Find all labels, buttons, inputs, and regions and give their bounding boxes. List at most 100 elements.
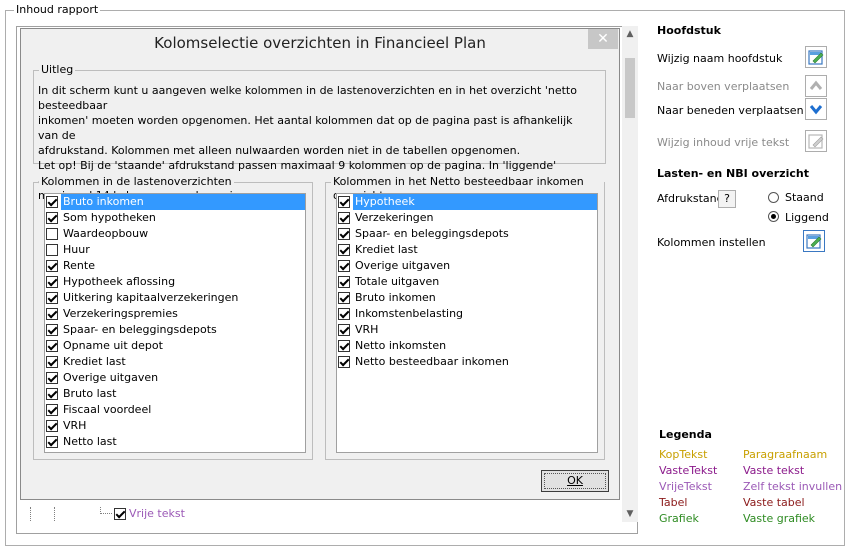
nbi-kolom-item[interactable]: Spaar- en beleggingsdepots <box>337 226 597 242</box>
lasten-kolom-item[interactable]: Bruto last <box>45 386 305 402</box>
lasten-kolommen-list[interactable]: Bruto inkomen Som hypotheken Waardeopbouw H… <box>44 193 306 453</box>
staand-label: Staand <box>785 191 824 204</box>
lasten-kolom-item[interactable]: Netto last <box>45 434 305 450</box>
nbi-kolom-checkbox[interactable] <box>338 340 350 352</box>
nbi-kolom-item-label: Bruto inkomen <box>355 291 436 304</box>
kolomselectie-dialog: Kolomselectie overzichten in Financieel … <box>20 28 620 500</box>
nbi-kolom-item[interactable]: Hypotheek <box>337 194 597 210</box>
vertical-scrollbar[interactable]: ▲ ▼ <box>622 26 638 522</box>
legenda-item: Tabel <box>659 496 688 509</box>
dialog-title: Kolomselectie overzichten in Financieel … <box>154 34 486 52</box>
lasten-kolom-checkbox[interactable] <box>46 228 58 240</box>
lasten-kolom-checkbox[interactable] <box>46 244 58 256</box>
nbi-kolom-checkbox[interactable] <box>338 356 350 368</box>
close-button[interactable]: ✕ <box>588 29 618 49</box>
lasten-kolom-item-label: Bruto inkomen <box>61 194 305 210</box>
nbi-kolom-item-label: Inkomstenbelasting <box>355 307 464 320</box>
nbi-kolom-checkbox[interactable] <box>338 212 350 224</box>
tree-item-label: Vrije tekst <box>129 507 185 520</box>
nbi-kolom-checkbox[interactable] <box>338 260 350 272</box>
naar-beneden-button[interactable] <box>805 98 827 120</box>
lasten-kolom-item[interactable]: Som hypotheken <box>45 210 305 226</box>
lasten-kolom-item[interactable]: Opname uit depot <box>45 338 305 354</box>
wijzig-naam-button[interactable] <box>805 46 827 68</box>
lasten-kolom-checkbox[interactable] <box>46 372 58 384</box>
nbi-overzicht-heading: Lasten- en NBI overzicht <box>657 167 809 180</box>
nbi-kolom-item[interactable]: Krediet last <box>337 242 597 258</box>
lasten-kolom-checkbox[interactable] <box>46 292 58 304</box>
nbi-kolom-item[interactable]: Inkomstenbelasting <box>337 306 597 322</box>
lasten-kolom-checkbox[interactable] <box>46 420 58 432</box>
liggend-radio[interactable] <box>768 211 779 222</box>
lasten-kolom-item[interactable]: Bruto inkomen <box>45 194 305 210</box>
nbi-kolom-item[interactable]: VRH <box>337 322 597 338</box>
lasten-kolom-checkbox[interactable] <box>46 436 58 448</box>
lasten-kolom-item-label: Opname uit depot <box>63 339 163 352</box>
nbi-kolom-item[interactable]: Verzekeringen <box>337 210 597 226</box>
lasten-kolom-item[interactable]: Huur <box>45 242 305 258</box>
kolommen-instellen-label: Kolommen instellen <box>657 236 766 249</box>
lasten-kolom-checkbox[interactable] <box>46 324 58 336</box>
lasten-kolommen-title: Kolommen in de lastenoverzichten <box>39 175 234 189</box>
lasten-kolom-item[interactable]: Verzekeringspremies <box>45 306 305 322</box>
lasten-kolom-item[interactable]: Uitkering kapitaalverzekeringen <box>45 290 305 306</box>
nbi-kolom-item-label: VRH <box>355 323 379 336</box>
nbi-kolom-checkbox[interactable] <box>338 308 350 320</box>
nbi-kolom-item[interactable]: Bruto inkomen <box>337 290 597 306</box>
legenda-item: VrijeTekst <box>659 480 712 493</box>
lasten-kolom-item[interactable]: Rente <box>45 258 305 274</box>
nbi-kolom-item[interactable]: Netto besteedbaar inkomen <box>337 354 597 370</box>
nbi-kolom-checkbox[interactable] <box>338 228 350 240</box>
naar-boven-button[interactable] <box>805 75 827 97</box>
scroll-up-icon[interactable]: ▲ <box>622 26 638 42</box>
lasten-kolom-item-label: Overige uitgaven <box>63 371 159 384</box>
lasten-kolom-checkbox[interactable] <box>46 356 58 368</box>
inhoud-rapport-title: Inhoud rapport <box>14 3 101 17</box>
dialog-titlebar[interactable]: Kolomselectie overzichten in Financieel … <box>21 29 619 57</box>
lasten-kolom-checkbox[interactable] <box>46 212 58 224</box>
lasten-kolom-checkbox[interactable] <box>46 260 58 272</box>
ok-button[interactable]: OK <box>541 470 609 492</box>
uitleg-line: In dit scherm kunt u aangeven welke kolo… <box>38 84 577 112</box>
scroll-thumb[interactable] <box>625 58 635 118</box>
legenda-item: Vaste tekst <box>743 464 805 477</box>
lasten-kolom-item[interactable]: Overige uitgaven <box>45 370 305 386</box>
scroll-down-icon[interactable]: ▼ <box>622 506 638 522</box>
nbi-kolommen-list[interactable]: Hypotheek Verzekeringen Spaar- en beleggin… <box>336 193 598 453</box>
lasten-kolom-item[interactable]: VRH <box>45 418 305 434</box>
lasten-kolom-checkbox[interactable] <box>46 404 58 416</box>
lasten-kolom-checkbox[interactable] <box>46 340 58 352</box>
nbi-kolom-item[interactable]: Overige uitgaven <box>337 258 597 274</box>
afdrukstand-help-button[interactable]: ? <box>718 190 736 208</box>
tree-line <box>30 507 31 521</box>
wijzig-inhoud-label: Wijzig inhoud vrije tekst <box>657 136 790 149</box>
lasten-kolom-item-label: Uitkering kapitaalverzekeringen <box>63 291 239 304</box>
nbi-kolom-checkbox[interactable] <box>338 244 350 256</box>
lasten-kolom-checkbox[interactable] <box>46 276 58 288</box>
nbi-kolom-checkbox[interactable] <box>338 324 350 336</box>
lasten-kolom-item[interactable]: Fiscaal voordeel <box>45 402 305 418</box>
nbi-kolom-checkbox[interactable] <box>338 292 350 304</box>
lasten-kolommen-group: Kolommen in de lastenoverzichten Bruto i… <box>33 175 313 460</box>
legenda-heading: Legenda <box>659 428 712 441</box>
wijzig-naam-label: Wijzig naam hoofdstuk <box>657 52 783 65</box>
arrow-down-icon <box>809 105 823 115</box>
staand-radio[interactable] <box>768 192 779 203</box>
lasten-kolom-item-label: Waardeopbouw <box>63 227 149 240</box>
lasten-kolom-item[interactable]: Spaar- en beleggingsdepots <box>45 322 305 338</box>
nbi-kolom-checkbox[interactable] <box>338 196 350 208</box>
nbi-kolom-item[interactable]: Totale uitgaven <box>337 274 597 290</box>
ok-focus-rect <box>544 473 606 489</box>
nbi-kolom-item[interactable]: Netto inkomsten <box>337 338 597 354</box>
kolommen-instellen-button[interactable] <box>803 230 825 252</box>
nbi-kolom-checkbox[interactable] <box>338 276 350 288</box>
lasten-kolom-checkbox[interactable] <box>46 196 58 208</box>
lasten-kolom-item[interactable]: Hypotheek aflossing <box>45 274 305 290</box>
lasten-kolom-item[interactable]: Waardeopbouw <box>45 226 305 242</box>
nbi-kolom-item-label: Verzekeringen <box>355 211 434 224</box>
wijzig-inhoud-button[interactable] <box>805 130 827 152</box>
lasten-kolom-checkbox[interactable] <box>46 388 58 400</box>
vrije-tekst-checkbox[interactable] <box>114 508 126 520</box>
lasten-kolom-item[interactable]: Krediet last <box>45 354 305 370</box>
lasten-kolom-checkbox[interactable] <box>46 308 58 320</box>
